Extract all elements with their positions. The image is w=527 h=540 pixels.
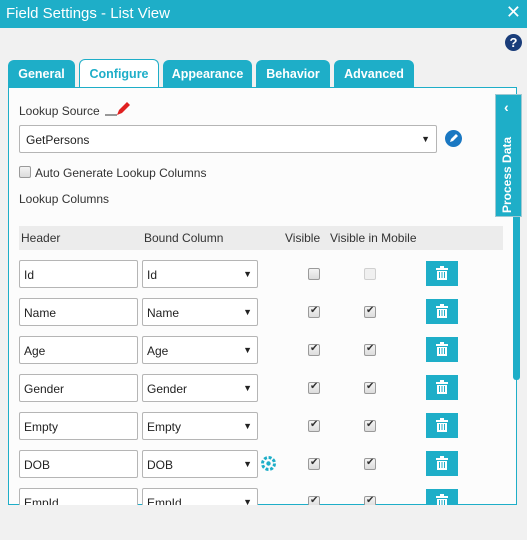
header-input-value: EmpId [24,496,59,505]
header-input-value: Empty [24,420,59,434]
visible-in-mobile-checkbox[interactable] [364,457,376,470]
process-data-label: Process Data [500,136,514,213]
table-row: DOB DOB ▼ [19,450,479,478]
table-row: Gender Gender ▼ [19,374,479,402]
bound-column-select[interactable]: Age ▼ [142,336,258,364]
header-input[interactable]: DOB [19,450,138,478]
visible-checkbox[interactable] [308,343,320,356]
visible-checkbox[interactable] [308,495,320,505]
trash-icon [436,304,448,318]
table-row: Age Age ▼ [19,336,479,364]
dropdown-arrow-icon: ▼ [243,459,252,469]
bound-column-value: EmpId [147,496,182,505]
dropdown-arrow-icon: ▼ [243,307,252,317]
delete-row-button[interactable] [426,489,458,505]
panel-scrollbar[interactable] [513,217,520,380]
process-data-toggle[interactable]: ‹ Process Data [495,94,522,217]
trash-icon [436,456,448,470]
dropdown-arrow-icon: ▼ [243,383,252,393]
delete-row-button[interactable] [426,299,458,324]
visible-checkbox[interactable] [308,268,320,280]
bound-column-value: Id [147,268,158,282]
bound-column-value: Name [147,306,180,320]
delete-row-button[interactable] [426,337,458,362]
bound-column-value: Gender [147,382,188,396]
header-input[interactable]: EmpId [19,488,138,505]
visible-checkbox[interactable] [308,457,320,470]
bound-column-select[interactable]: DOB ▼ [142,450,258,478]
dropdown-arrow-icon: ▼ [243,421,252,431]
bound-column-select[interactable]: Gender ▼ [142,374,258,402]
header-input-value: DOB [24,458,51,472]
visible-in-mobile-checkbox[interactable] [364,305,376,318]
header-input-value: Gender [24,382,65,396]
visible-in-mobile-checkbox[interactable] [364,495,376,505]
trash-icon [436,266,448,280]
header-input[interactable]: Empty [19,412,138,440]
bound-column-select[interactable]: EmpId ▼ [142,488,258,505]
bound-column-value: DOB [147,458,174,472]
bound-column-value: Empty [147,420,182,434]
columns-table-body: IdId▼NameName▼AgeAge▼GenderGender▼EmptyE… [0,0,527,505]
chevron-left-icon: ‹ [504,99,509,115]
delete-row-button[interactable] [426,375,458,400]
visible-in-mobile-checkbox[interactable] [364,343,376,356]
bound-column-select[interactable]: Empty ▼ [142,412,258,440]
trash-icon [436,418,448,432]
visible-in-mobile-checkbox[interactable] [364,268,376,280]
header-input-value: Name [24,306,57,320]
visible-in-mobile-checkbox[interactable] [364,419,376,432]
visible-checkbox[interactable] [308,419,320,432]
header-input[interactable]: Name [19,298,138,326]
delete-row-button[interactable] [426,261,458,286]
visible-checkbox[interactable] [308,305,320,318]
bound-column-value: Age [147,344,169,358]
header-input[interactable]: Id [19,260,138,288]
gear-icon[interactable] [260,455,277,472]
dropdown-arrow-icon: ▼ [243,497,252,505]
table-row: Empty Empty ▼ [19,412,479,440]
header-input-value: Age [24,344,46,358]
trash-icon [436,494,448,505]
delete-row-button[interactable] [426,413,458,438]
header-input[interactable]: Age [19,336,138,364]
table-row: Name Name ▼ [19,298,479,326]
visible-checkbox[interactable] [308,381,320,394]
dropdown-arrow-icon: ▼ [243,269,252,279]
dropdown-arrow-icon: ▼ [243,345,252,355]
delete-row-button[interactable] [426,451,458,476]
table-row: Id Id ▼ [19,260,479,288]
header-input[interactable]: Gender [19,374,138,402]
bound-column-select[interactable]: Id ▼ [142,260,258,288]
trash-icon [436,342,448,356]
visible-in-mobile-checkbox[interactable] [364,381,376,394]
bound-column-select[interactable]: Name ▼ [142,298,258,326]
trash-icon [436,380,448,394]
header-input-value: Id [24,268,35,282]
table-row: EmpId EmpId ▼ [19,488,479,505]
